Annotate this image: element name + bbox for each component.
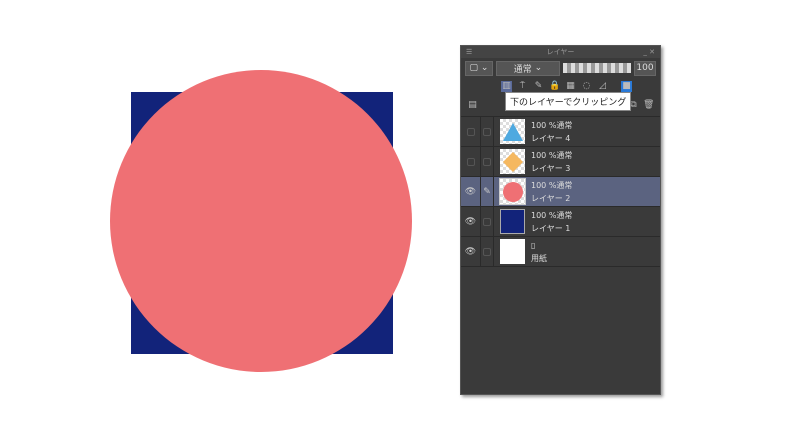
layer-row-selected[interactable]: 👁 ✎ 100 %通常 レイヤー 2 (461, 176, 660, 207)
eye-icon[interactable]: 👁 (461, 176, 481, 207)
layer-row[interactable]: 100 %通常 レイヤー 3 (461, 146, 660, 177)
layer-color-dropdown[interactable]: ▢ ⌄ (465, 60, 493, 76)
mask-icon[interactable]: ◌ (581, 81, 592, 92)
eye-icon[interactable]: 👁 (461, 236, 481, 267)
layer-color-icon[interactable]: ■ (621, 80, 632, 92)
pencil-icon[interactable]: ✎ (481, 176, 494, 207)
opacity-field[interactable]: 100 (634, 60, 656, 76)
layer-row[interactable]: 👁 100 %通常 レイヤー 1 (461, 206, 660, 237)
panel-titlebar[interactable]: ☰ レイヤー _ ✕ (461, 46, 660, 58)
blend-mode-select[interactable]: 通常 ⌄ (496, 60, 560, 76)
opacity-slider[interactable] (563, 63, 631, 73)
edit-toggle[interactable] (483, 247, 491, 256)
paper-layer-row[interactable]: 👁 ▯ 用紙 (461, 236, 660, 267)
visibility-toggle[interactable] (466, 157, 475, 166)
paper-icon: ▯ (531, 240, 536, 250)
layer-list-icon[interactable]: ▤ (467, 100, 478, 111)
draft-layer-icon[interactable]: ✎ (533, 81, 544, 92)
layer-thumbnail (500, 239, 525, 264)
edit-toggle[interactable] (483, 217, 491, 226)
layer-row[interactable]: 100 %通常 レイヤー 4 (461, 116, 660, 147)
canvas-pink-circle (110, 70, 412, 372)
layer-thumbnail (499, 178, 526, 205)
ruler-icon[interactable]: ◿ (597, 81, 608, 92)
layer-thumbnail (500, 119, 525, 144)
lock-icon[interactable]: 🔒 (549, 81, 560, 92)
lock-transparency-icon[interactable]: ▦ (565, 81, 576, 92)
layer-thumbnail (500, 209, 525, 234)
close-icon[interactable]: _ ✕ (643, 46, 655, 58)
eye-icon[interactable]: 👁 (461, 206, 481, 237)
reference-layer-icon[interactable]: ⍑ (517, 81, 528, 92)
tooltip: 下のレイヤーでクリッピング (505, 92, 632, 111)
clipping-icon[interactable]: ▥ (501, 80, 512, 92)
edit-toggle[interactable] (483, 157, 491, 166)
menu-icon[interactable]: ☰ (466, 46, 472, 58)
layer-thumbnail (500, 149, 525, 174)
trash-icon[interactable]: 🗑 (643, 100, 654, 111)
visibility-toggle[interactable] (466, 127, 475, 136)
edit-toggle[interactable] (483, 127, 491, 136)
